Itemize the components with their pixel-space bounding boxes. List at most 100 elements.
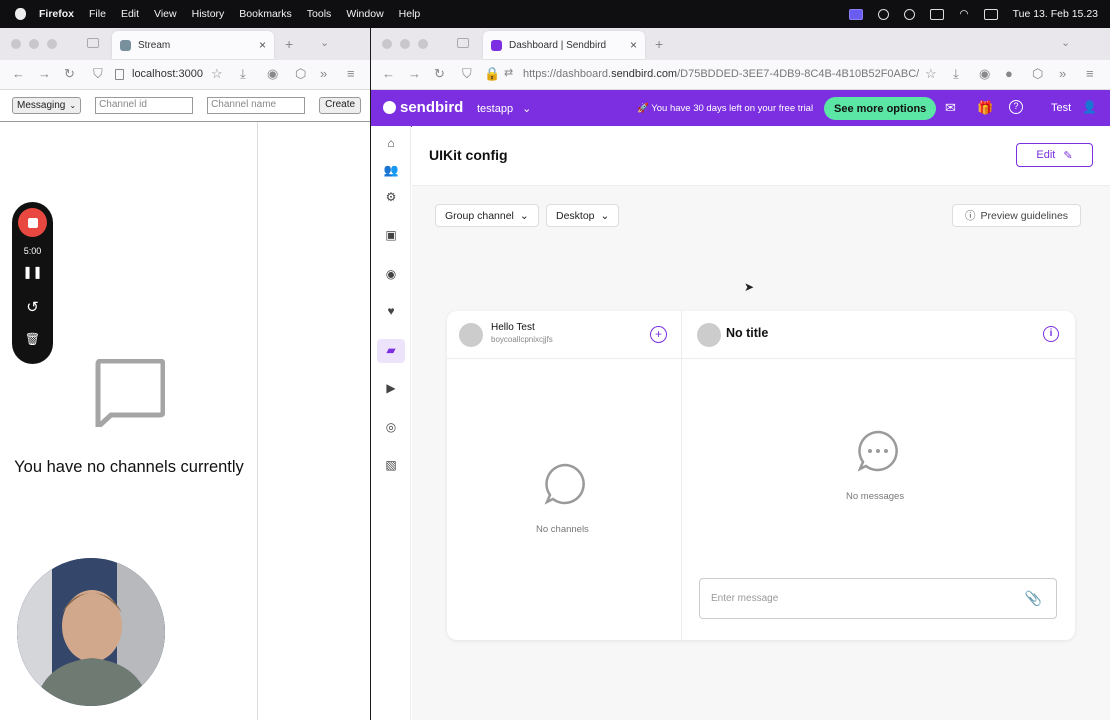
menu-icon[interactable]: ≡: [1086, 66, 1094, 81]
menu-bookmarks[interactable]: Bookmarks: [239, 8, 292, 20]
extensions-icon[interactable]: ⬡: [295, 66, 306, 82]
menu-help[interactable]: Help: [399, 8, 421, 20]
conversation-header: No title i: [682, 311, 1075, 359]
menu-history[interactable]: History: [192, 8, 225, 20]
user-name[interactable]: Test: [1051, 102, 1071, 114]
app-menu[interactable]: Firefox: [39, 8, 74, 20]
trial-banner: 🚀 You have 30 days left on your free tri…: [637, 103, 814, 114]
clock[interactable]: Tue 13. Feb 15.23: [1013, 8, 1098, 20]
tab-sendbird-dashboard[interactable]: Dashboard | Sendbird ×: [483, 31, 645, 59]
menu-view[interactable]: View: [154, 8, 177, 20]
left-tab-bar: Stream × + ⌄: [0, 28, 370, 60]
restart-icon[interactable]: ↺: [12, 298, 53, 316]
moderation-icon[interactable]: ♥: [383, 304, 399, 320]
paperclip-icon[interactable]: 📎: [1025, 590, 1042, 607]
back-icon[interactable]: ←: [382, 66, 395, 81]
extensions-icon[interactable]: ⬡: [1032, 66, 1043, 82]
create-channel-icon[interactable]: +: [650, 326, 667, 343]
channel-type-dropdown[interactable]: Group channel ⌄: [435, 204, 539, 227]
download-icon[interactable]: ⤓: [240, 66, 246, 82]
sendbird-header: sendbird testapp ⌄ 🚀 You have 30 days le…: [371, 90, 1110, 127]
stop-recording-button[interactable]: [18, 208, 47, 237]
apple-icon[interactable]: [15, 8, 26, 20]
app-selector[interactable]: testapp ⌄: [477, 102, 531, 115]
page-title: UIKit config: [429, 147, 508, 163]
reload-icon[interactable]: ↻: [434, 66, 445, 82]
menu-edit[interactable]: Edit: [121, 8, 139, 20]
tab-stream[interactable]: Stream ×: [112, 31, 274, 59]
edit-button[interactable]: Edit ✎: [1016, 143, 1093, 167]
channel-name-input[interactable]: Channel name: [207, 97, 306, 114]
page-header: UIKit config Edit ✎: [412, 126, 1110, 186]
menu-icon[interactable]: ≡: [347, 66, 355, 81]
conversation-panel: No title i No messages Enter message 📎: [682, 311, 1075, 640]
overflow-icon[interactable]: »: [320, 66, 327, 81]
forward-icon[interactable]: →: [38, 66, 51, 81]
preview-guidelines-button[interactable]: ⓘ Preview guidelines: [952, 204, 1082, 227]
battery-icon[interactable]: [930, 8, 945, 20]
gift-icon[interactable]: 🎁: [977, 100, 993, 116]
tab-overview-icon[interactable]: [87, 38, 99, 48]
extension-icon[interactable]: ◉: [979, 66, 990, 82]
video-icon[interactable]: ▶: [383, 381, 399, 397]
user-icon[interactable]: 👤: [1082, 100, 1097, 114]
create-button[interactable]: Create: [319, 97, 362, 114]
shield-icon[interactable]: ⛉: [462, 66, 472, 82]
right-tab-bar: Dashboard | Sendbird × + ⌄: [371, 28, 1110, 60]
close-tab-icon[interactable]: ×: [630, 38, 637, 52]
channel-id-input[interactable]: Channel id: [95, 97, 194, 114]
menu-tools[interactable]: Tools: [307, 8, 332, 20]
settings-icon[interactable]: ⚙: [383, 190, 399, 206]
forward-icon[interactable]: →: [408, 66, 421, 81]
window-controls[interactable]: [382, 39, 428, 49]
extension-icon[interactable]: ◉: [267, 66, 278, 82]
control-center-icon[interactable]: [983, 8, 998, 20]
wifi-icon[interactable]: ◠: [959, 8, 968, 20]
overflow-icon[interactable]: »: [1059, 66, 1066, 81]
new-tab-icon[interactable]: +: [285, 36, 293, 52]
mouse-cursor-icon: ➤: [744, 280, 755, 294]
users-icon[interactable]: 👥: [383, 163, 399, 179]
shield-icon[interactable]: ⛉: [93, 66, 103, 82]
tab-list-icon[interactable]: ⌄: [320, 36, 329, 49]
new-tab-icon[interactable]: +: [655, 36, 663, 52]
home-icon[interactable]: ⌂: [383, 136, 399, 152]
current-user-id: boycoallcpnixcjjfs: [491, 335, 553, 344]
settings-status-icon[interactable]: [878, 8, 890, 20]
live-icon[interactable]: ◎: [383, 420, 399, 436]
url-field[interactable]: localhost:3000: [132, 68, 204, 80]
close-tab-icon[interactable]: ×: [259, 38, 266, 52]
back-icon[interactable]: ←: [12, 66, 25, 81]
window-controls[interactable]: [11, 39, 57, 49]
device-dropdown[interactable]: Desktop ⌄: [546, 204, 620, 227]
github-icon[interactable]: ●: [1005, 66, 1013, 81]
menu-file[interactable]: File: [89, 8, 106, 20]
see-more-options-button[interactable]: See more options: [824, 97, 937, 120]
bookmark-star-icon[interactable]: ☆: [211, 66, 223, 82]
screen-recording-icon[interactable]: [849, 8, 864, 20]
message-input[interactable]: Enter message 📎: [699, 578, 1057, 619]
channel-type-select[interactable]: Messaging ⌄: [12, 97, 82, 114]
mail-icon[interactable]: ✉: [945, 100, 956, 116]
reload-icon[interactable]: ↻: [64, 66, 75, 82]
chat-icon[interactable]: ▰: [377, 339, 405, 363]
recording-timer: 5:00: [23, 246, 42, 256]
desk-icon[interactable]: ▧: [383, 458, 399, 474]
user-avatar[interactable]: [459, 323, 483, 347]
sendbird-logo[interactable]: sendbird: [383, 99, 463, 116]
url-field[interactable]: https://dashboard.sendbird.com/D75BDDED-…: [523, 68, 919, 80]
channel-info-icon[interactable]: i: [1043, 326, 1059, 342]
delete-icon[interactable]: 🗑: [12, 332, 53, 346]
tab-overview-icon[interactable]: [457, 38, 469, 48]
bot-icon[interactable]: ◉: [383, 267, 399, 283]
pause-icon[interactable]: ❚❚: [12, 265, 53, 279]
menu-window[interactable]: Window: [346, 8, 383, 20]
permissions-icon[interactable]: ⇄: [504, 66, 513, 79]
download-icon[interactable]: ⤓: [953, 66, 959, 82]
info-status-icon[interactable]: [904, 8, 916, 20]
bookmark-star-icon[interactable]: ☆: [925, 66, 937, 82]
dashboard-sidebar: ⌂ 👥 ⚙ ▣ ◉ ♥ ▰ ▶ ◎ ▧: [371, 126, 411, 720]
help-icon[interactable]: ?: [1009, 100, 1023, 114]
apps-icon[interactable]: ▣: [383, 228, 399, 244]
tab-list-icon[interactable]: ⌄: [1061, 36, 1070, 49]
